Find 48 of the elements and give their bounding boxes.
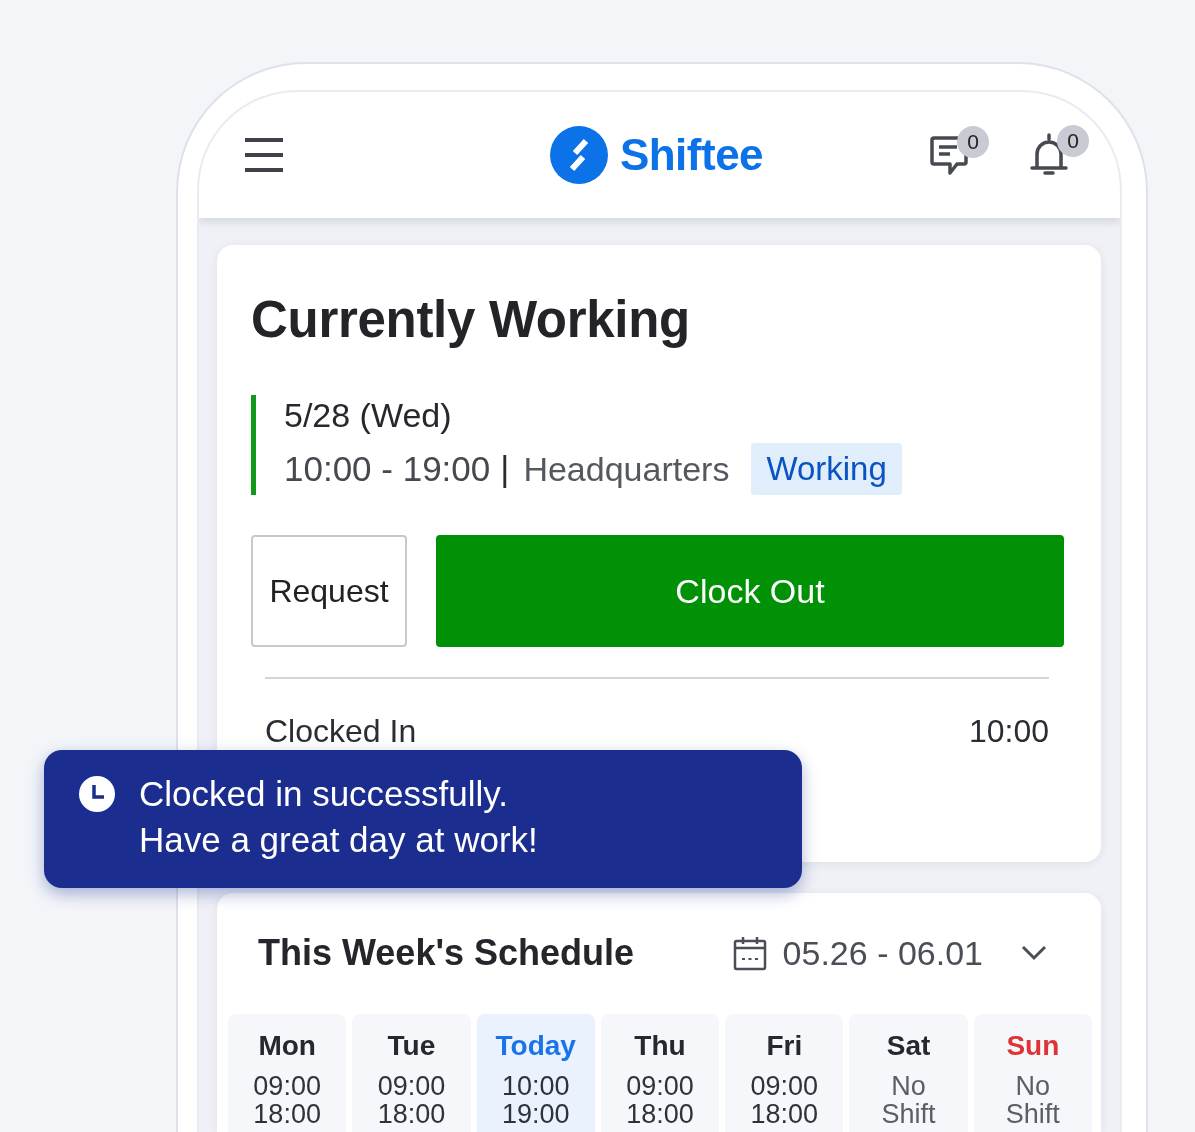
toast-message: Clocked in successfully. Have a great day at work! — [139, 773, 538, 861]
day-cell[interactable]: Sun No Shift — [973, 1014, 1092, 1132]
day-cell[interactable]: Fri 09:00 18:00 — [725, 1014, 844, 1132]
day-cell[interactable]: Tue 09:00 18:00 — [352, 1014, 471, 1132]
shift-date: 5/28 (Wed) — [284, 395, 453, 435]
date-range-picker[interactable]: 05.26 - 06.01 — [732, 933, 1047, 973]
separator: | — [500, 449, 510, 489]
record-label: Clocked In — [265, 712, 417, 751]
day-label: Mon — [258, 1030, 316, 1062]
day-cell[interactable]: Mon 09:00 18:00 — [228, 1014, 347, 1132]
location-label: Headquarters — [523, 449, 730, 489]
shift-start-time: 09:00 — [377, 1072, 446, 1100]
request-button[interactable]: Request — [251, 535, 407, 647]
day-cell[interactable]: Today 10:00 19:00 — [476, 1014, 595, 1132]
day-label: Fri — [766, 1030, 803, 1062]
shift-time: 10:00 - 19:00 — [284, 449, 491, 489]
calendar-icon — [732, 935, 767, 971]
menu-icon[interactable] — [245, 138, 283, 172]
logo-text: Shiftee — [619, 130, 764, 180]
shift-end-time: 18:00 — [626, 1100, 694, 1128]
schedule-title: This Week's Schedule — [258, 932, 635, 974]
shift-end-time: 18:00 — [377, 1100, 446, 1128]
shift-start-time: 09:00 — [253, 1072, 321, 1100]
no-shift-label: No Shift — [881, 1072, 936, 1128]
day-label: Today — [495, 1030, 576, 1062]
day-label: Thu — [634, 1030, 686, 1062]
shift-end-time: 18:00 — [253, 1100, 321, 1128]
clock-icon — [79, 776, 115, 812]
shift-end-time: 19:00 — [501, 1100, 570, 1128]
day-cell[interactable]: Sat No Shift — [849, 1014, 968, 1132]
shift-start-time: 10:00 — [501, 1072, 570, 1100]
record-value: 10:00 — [968, 712, 1049, 751]
notification-count-badge: 0 — [1057, 125, 1089, 157]
card-title: Currently Working — [251, 290, 691, 350]
shift-start-time: 09:00 — [750, 1072, 819, 1100]
day-cell[interactable]: Thu 09:00 18:00 — [600, 1014, 720, 1132]
chevron-down-icon — [1021, 945, 1047, 961]
day-label: Sun — [1006, 1030, 1060, 1062]
shift-start-time: 09:00 — [626, 1072, 694, 1100]
logo-icon — [549, 126, 608, 184]
status-badge: Working — [751, 443, 902, 495]
day-label: Sat — [886, 1030, 931, 1062]
day-label: Tue — [387, 1030, 436, 1062]
shift-end-time: 18:00 — [750, 1100, 819, 1128]
message-count-badge: 0 — [957, 126, 989, 158]
bell-icon[interactable] — [1030, 133, 1068, 177]
no-shift-label: No Shift — [1005, 1072, 1060, 1128]
clock-out-button[interactable]: Clock Out — [436, 535, 1064, 647]
